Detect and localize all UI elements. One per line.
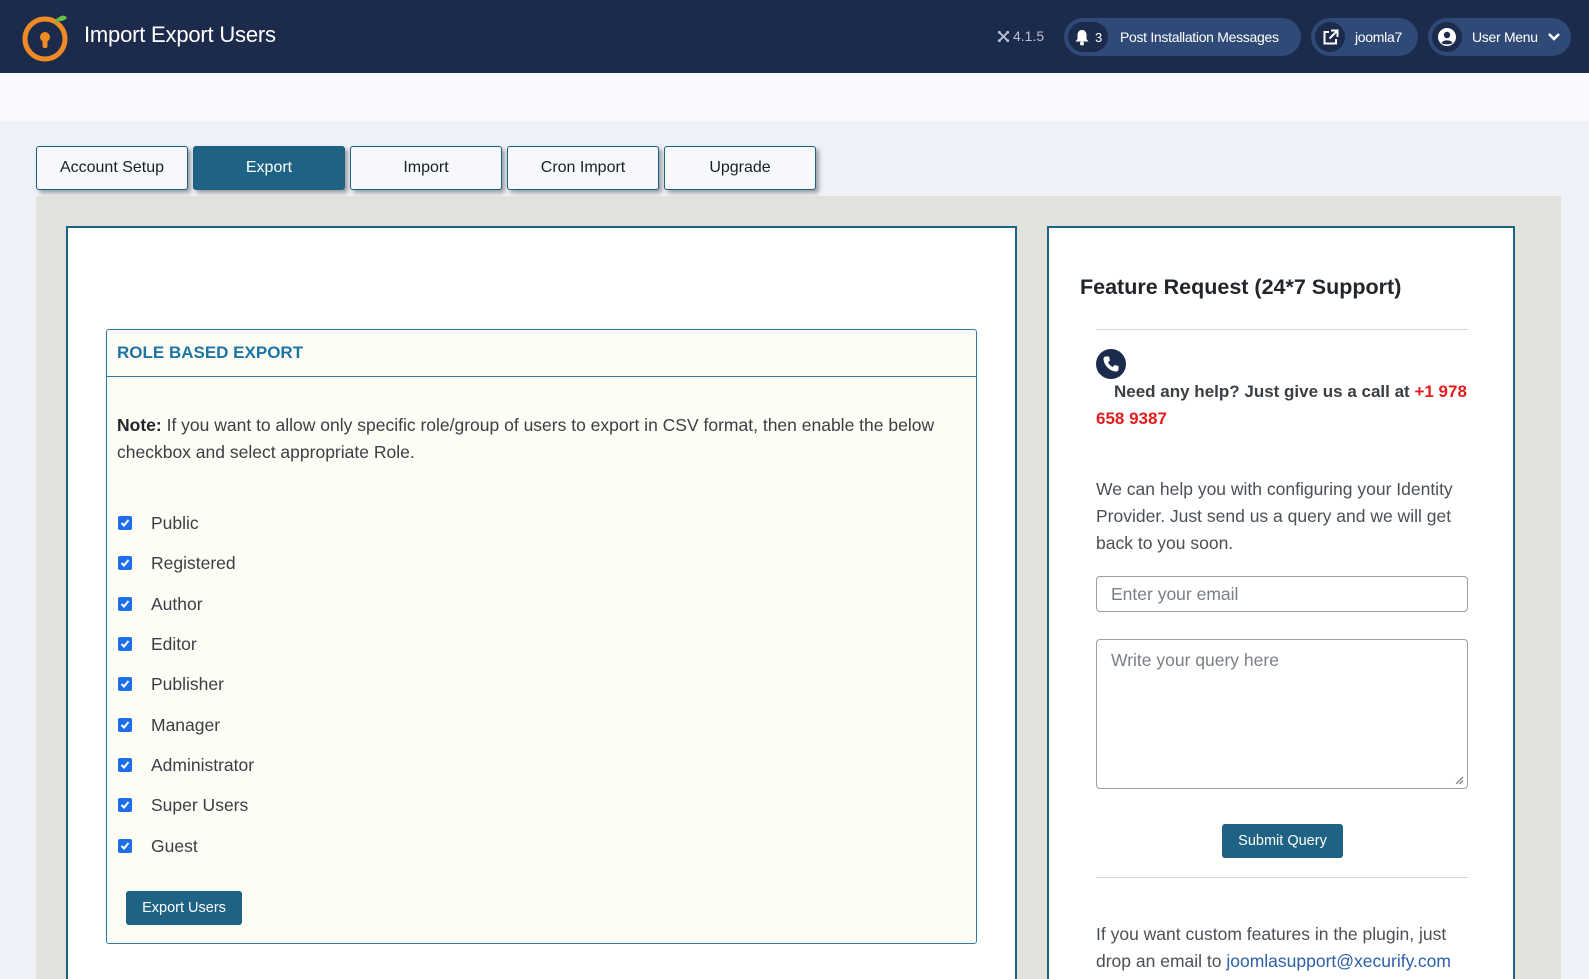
checkbox-checked-icon[interactable] — [118, 516, 132, 530]
user-menu-label: User Menu — [1472, 29, 1538, 45]
joomla-version: 4.1.5 — [997, 28, 1044, 44]
role-label: Author — [151, 593, 203, 614]
role-label: Super Users — [151, 794, 249, 815]
post-installation-label: Post Installation Messages — [1119, 29, 1279, 45]
role-checkbox-guest[interactable]: Guest — [118, 835, 198, 857]
role-label: Registered — [151, 552, 236, 573]
role-label: Editor — [151, 633, 197, 654]
support-email-link[interactable]: joomlasupport@xecurify.com — [1226, 951, 1451, 971]
checkbox-checked-icon[interactable] — [118, 718, 132, 732]
role-checkbox-publisher[interactable]: Publisher — [118, 673, 224, 695]
app-logo-icon — [22, 15, 68, 62]
external-link-icon-wrap — [1315, 22, 1345, 52]
support-description: We can help you with configuring your Id… — [1096, 479, 1453, 553]
bell-icon — [1075, 29, 1089, 45]
role-checkbox-public[interactable]: Public — [118, 512, 199, 534]
phone-icon — [1096, 349, 1126, 379]
export-note: Note: If you want to allow only specific… — [117, 412, 967, 466]
help-text-label: Need any help? Just give us a call at — [1114, 382, 1415, 401]
top-header: Import Export Users 4.1.5 3 Post Install… — [0, 0, 1589, 73]
checkbox-checked-icon[interactable] — [118, 839, 132, 853]
post-installation-messages-button[interactable]: 3 Post Installation Messages — [1064, 18, 1301, 56]
subheader-band — [0, 73, 1589, 123]
checkbox-checked-icon[interactable] — [118, 637, 132, 651]
checkbox-checked-icon[interactable] — [118, 597, 132, 611]
tab-cron-import[interactable]: Cron Import — [507, 146, 659, 190]
email-input[interactable]: Enter your email — [1096, 576, 1468, 612]
role-label: Manager — [151, 714, 221, 735]
role-label: Public — [151, 512, 199, 533]
role-label: Publisher — [151, 673, 224, 694]
query-placeholder: Write your query here — [1111, 650, 1279, 670]
chevron-down-icon — [1547, 33, 1560, 41]
role-label: Administrator — [151, 754, 255, 775]
notification-badge: 3 — [1068, 22, 1108, 52]
role-checkbox-super-users[interactable]: Super Users — [118, 794, 248, 816]
role-checkbox-registered[interactable]: Registered — [118, 552, 236, 574]
user-icon-wrap — [1432, 22, 1462, 52]
note-label: Note: — [117, 415, 162, 435]
note-text: If you want to allow only specific role/… — [117, 415, 935, 462]
export-users-button[interactable]: Export Users — [126, 891, 242, 925]
checkbox-checked-icon[interactable] — [118, 798, 132, 812]
support-call-text: Need any help? Just give us a call at +1… — [1096, 378, 1468, 432]
role-checkbox-manager[interactable]: Manager — [118, 714, 220, 736]
role-checkbox-administrator[interactable]: Administrator — [118, 754, 254, 776]
site-link-label: joomla7 — [1355, 29, 1402, 45]
tab-import[interactable]: Import — [350, 146, 502, 190]
tab-upgrade[interactable]: Upgrade — [664, 146, 816, 190]
tab-account-setup[interactable]: Account Setup — [36, 146, 188, 190]
role-based-export-box: ROLE BASED EXPORT Note: If you want to a… — [106, 329, 977, 944]
site-link-button[interactable]: joomla7 — [1311, 18, 1418, 56]
checkbox-checked-icon[interactable] — [118, 677, 132, 691]
checkbox-checked-icon[interactable] — [118, 758, 132, 772]
role-label: Guest — [151, 835, 198, 856]
submit-query-button[interactable]: Submit Query — [1222, 824, 1343, 858]
feature-request-title: Feature Request (24*7 Support) — [1080, 275, 1402, 299]
query-textarea[interactable]: Write your query here — [1096, 639, 1468, 789]
joomla-icon — [997, 30, 1010, 42]
user-circle-icon — [1438, 28, 1456, 46]
version-number: 4.1.5 — [1013, 28, 1045, 44]
user-menu-button[interactable]: User Menu — [1428, 18, 1571, 56]
resize-grip-icon[interactable] — [1455, 776, 1464, 785]
app-title: Import Export Users — [84, 22, 276, 47]
role-based-export-heading: ROLE BASED EXPORT — [107, 330, 976, 377]
custom-features-text: If you want custom features in the plugi… — [1096, 921, 1476, 975]
role-checkbox-author[interactable]: Author — [118, 593, 203, 615]
role-checkbox-editor[interactable]: Editor — [118, 633, 197, 655]
checkbox-checked-icon[interactable] — [118, 556, 132, 570]
tab-export[interactable]: Export — [193, 146, 345, 190]
external-link-icon — [1323, 29, 1338, 44]
divider — [1096, 329, 1468, 330]
notification-count: 3 — [1095, 29, 1102, 45]
divider — [1096, 877, 1468, 878]
